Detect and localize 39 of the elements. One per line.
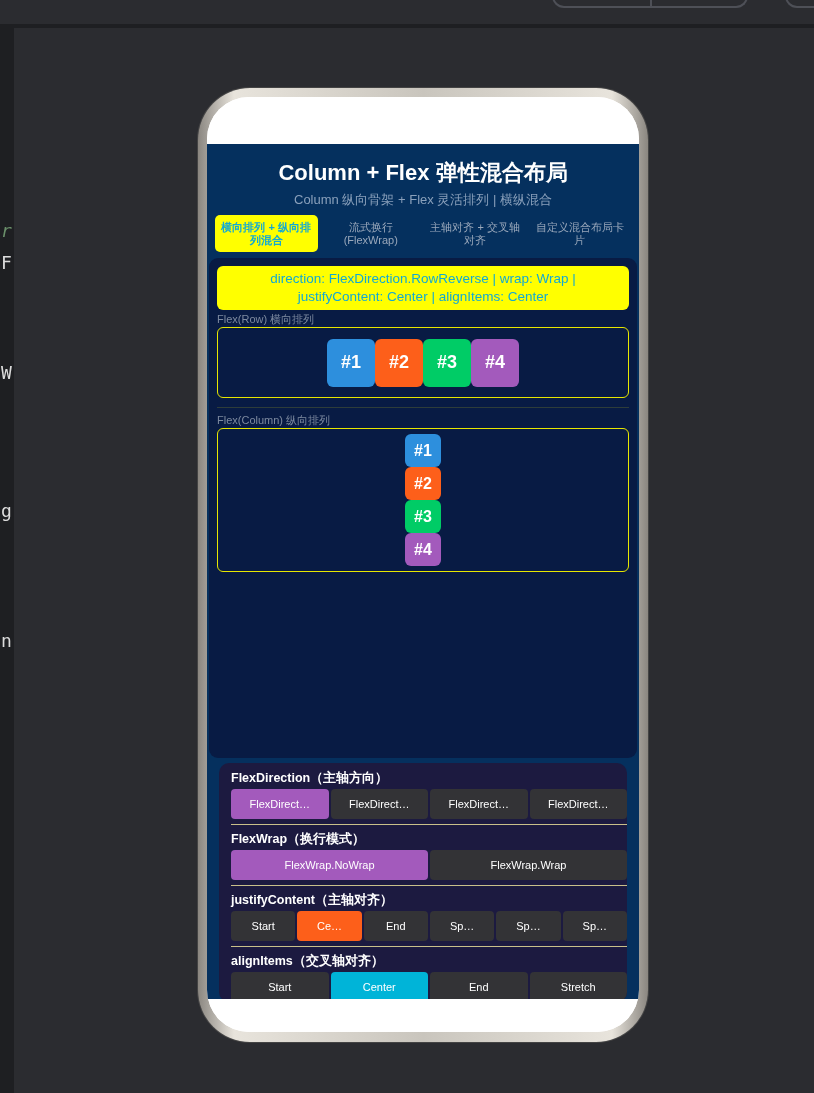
app-subtitle: Column 纵向骨架 + Flex 灵活排列 | 横纵混合	[294, 191, 552, 209]
control-heading: FlexDirection（主轴方向）	[231, 769, 390, 787]
code-text: g	[1, 499, 13, 523]
flex-item: #2	[405, 467, 441, 500]
section-label: Flex(Column) 纵向排列	[217, 413, 332, 428]
flex-item: #3	[423, 338, 471, 387]
option-button[interactable]: End	[363, 911, 428, 941]
flex-item: #2	[375, 338, 423, 387]
flex-item: #3	[405, 500, 441, 533]
control-heading: alignItems（交叉轴对齐）	[231, 952, 385, 970]
option-button[interactable]: Sp…	[496, 911, 561, 941]
config-banner: direction: FlexDirection.RowReverse | wrap: Wrap | justifyContent: Center | alignItems: Center	[217, 266, 629, 310]
option-button[interactable]: End	[430, 972, 528, 999]
flex-item: #1	[405, 434, 441, 467]
tab[interactable]: 主轴对齐 + 交叉轴对齐	[424, 215, 527, 252]
option-button[interactable]: Start	[231, 911, 296, 941]
code-text: F	[1, 251, 13, 275]
flex-item: #4	[471, 338, 519, 387]
option-button[interactable]: Stretch	[529, 972, 627, 999]
flex-item: #4	[405, 533, 441, 566]
option-button[interactable]: FlexWrap.NoWrap	[231, 850, 428, 880]
option-button[interactable]: FlexDirect…	[330, 789, 428, 819]
option-button[interactable]: Sp…	[562, 911, 627, 941]
tab[interactable]: 流式换行 (FlexWrap)	[319, 215, 422, 252]
code-text: r	[1, 219, 13, 243]
code-text: W	[1, 361, 13, 385]
option-button[interactable]: FlexWrap.Wrap	[430, 850, 627, 880]
option-button[interactable]: Start	[231, 972, 329, 999]
section-label: Flex(Row) 横向排列	[217, 312, 316, 327]
app-title: Column + Flex 弹性混合布局	[278, 159, 568, 187]
flex-item: #1	[327, 338, 375, 387]
option-button[interactable]: FlexDirect…	[430, 789, 528, 819]
control-heading: justifyContent（主轴对齐）	[231, 891, 395, 909]
tab[interactable]: 自定义混合布局卡片	[528, 215, 631, 252]
control-heading: FlexWrap（换行模式）	[231, 831, 367, 848]
option-button[interactable]: FlexDirect…	[529, 789, 627, 819]
option-button[interactable]: FlexDirect…	[231, 789, 329, 819]
option-button[interactable]: Sp…	[430, 911, 495, 941]
code-text: n	[1, 629, 13, 653]
